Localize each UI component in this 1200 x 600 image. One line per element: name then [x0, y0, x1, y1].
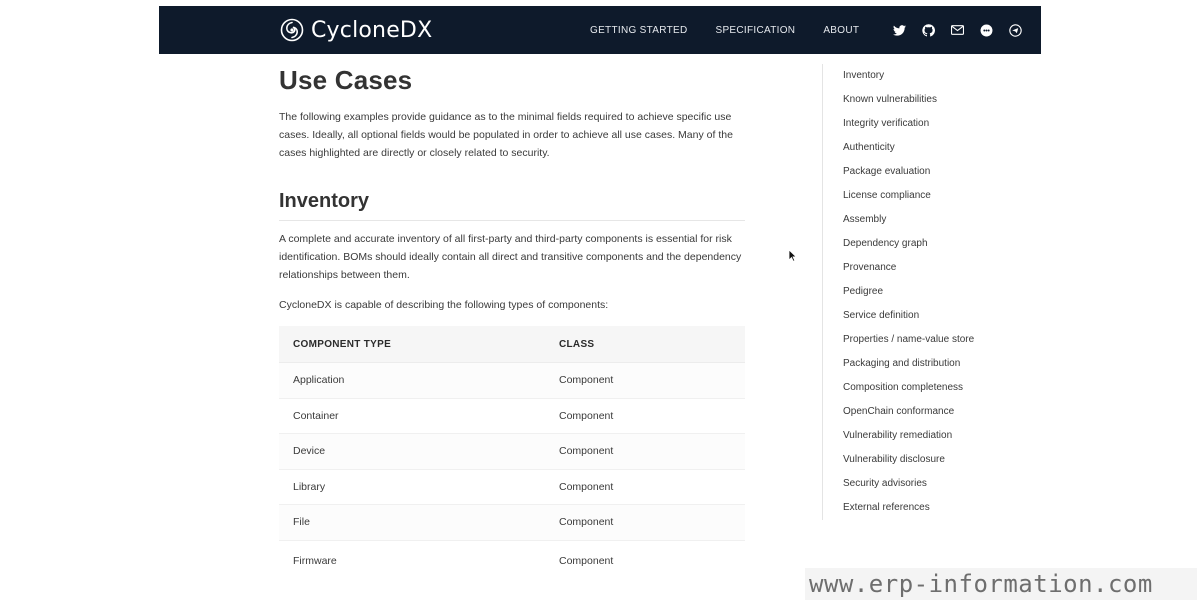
toc-item-external-references[interactable]: External references: [823, 496, 1023, 520]
toc-item-dependency-graph[interactable]: Dependency graph: [823, 232, 1023, 256]
cell-class: Component: [559, 374, 614, 387]
top-navbar: CycloneDX GETTING STARTED SPECIFICATION …: [159, 6, 1041, 54]
inventory-paragraph: A complete and accurate inventory of all…: [279, 233, 742, 281]
mouse-cursor-icon: [788, 249, 797, 262]
cell-class: Component: [559, 554, 614, 567]
toc-item-openchain-conformance[interactable]: OpenChain conformance: [823, 400, 1023, 424]
cell-class: Component: [559, 409, 614, 422]
toc-item-package-evaluation[interactable]: Package evaluation: [823, 160, 1023, 184]
table-row: Library Component: [279, 470, 745, 505]
github-icon[interactable]: [921, 23, 935, 37]
table-row: Container Component: [279, 399, 745, 434]
column-header-component-type: COMPONENT TYPE: [293, 338, 392, 350]
watermark: www.erp-information.com: [805, 568, 1197, 600]
mail-icon[interactable]: [950, 23, 964, 37]
cell-component-type: File: [293, 516, 310, 529]
cyclonedx-logo[interactable]: CycloneDX: [279, 14, 432, 46]
toc-item-pedigree[interactable]: Pedigree: [823, 280, 1023, 304]
cell-class: Component: [559, 480, 614, 493]
toc-item-authenticity[interactable]: Authenticity: [823, 136, 1023, 160]
table-row: Application Component: [279, 363, 745, 399]
page-title: Use Cases: [279, 65, 413, 95]
nav-getting-started[interactable]: GETTING STARTED: [590, 25, 687, 36]
section-title-inventory: Inventory: [279, 190, 370, 212]
logo-text: CycloneDX: [311, 17, 433, 43]
main-content: Use Cases The following examples provide…: [279, 60, 745, 567]
component-types-intro: CycloneDX is capable of describing the f…: [279, 299, 609, 311]
toc-item-assembly[interactable]: Assembly: [823, 208, 1023, 232]
toc-item-provenance[interactable]: Provenance: [823, 256, 1023, 280]
toc-item-vulnerability-disclosure[interactable]: Vulnerability disclosure: [823, 448, 1023, 472]
table-of-contents: Inventory Known vulnerabilities Integrit…: [822, 64, 1023, 520]
nav-about[interactable]: ABOUT: [823, 25, 859, 36]
table-row: Firmware Component: [279, 541, 745, 567]
table-header: COMPONENT TYPE CLASS: [279, 326, 745, 363]
toc-item-license-compliance[interactable]: License compliance: [823, 184, 1023, 208]
nav-specification[interactable]: SPECIFICATION: [715, 25, 795, 36]
table-row: Device Component: [279, 434, 745, 470]
cell-class: Component: [559, 445, 614, 458]
cell-class: Component: [559, 516, 614, 529]
main-nav: GETTING STARTED SPECIFICATION ABOUT: [590, 6, 1022, 54]
toc-item-properties[interactable]: Properties / name-value store: [823, 328, 1023, 352]
toc-item-packaging-distribution[interactable]: Packaging and distribution: [823, 352, 1023, 376]
twitter-icon[interactable]: [892, 23, 906, 37]
cell-component-type: Library: [293, 480, 326, 493]
toc-item-security-advisories[interactable]: Security advisories: [823, 472, 1023, 496]
chat-icon[interactable]: [979, 23, 993, 37]
toc-item-known-vulnerabilities[interactable]: Known vulnerabilities: [823, 88, 1023, 112]
section-divider: [279, 220, 745, 221]
toc-item-vulnerability-remediation[interactable]: Vulnerability remediation: [823, 424, 1023, 448]
toc-item-integrity-verification[interactable]: Integrity verification: [823, 112, 1023, 136]
toc-item-composition-completeness[interactable]: Composition completeness: [823, 376, 1023, 400]
intro-paragraph: The following examples provide guidance …: [279, 111, 733, 159]
column-header-class: CLASS: [559, 338, 595, 350]
table-row: File Component: [279, 505, 745, 541]
toc-item-service-definition[interactable]: Service definition: [823, 304, 1023, 328]
cell-component-type: Device: [293, 445, 326, 458]
cell-component-type: Firmware: [293, 554, 337, 567]
toc-item-inventory[interactable]: Inventory: [823, 64, 1023, 88]
cell-component-type: Container: [293, 409, 339, 422]
table-body: Application Component Container Componen…: [279, 363, 745, 567]
component-types-table: COMPONENT TYPE CLASS Application Compone…: [279, 326, 745, 567]
telegram-icon[interactable]: [1008, 23, 1022, 37]
cyclone-icon: [280, 18, 304, 42]
cell-component-type: Application: [293, 374, 345, 387]
